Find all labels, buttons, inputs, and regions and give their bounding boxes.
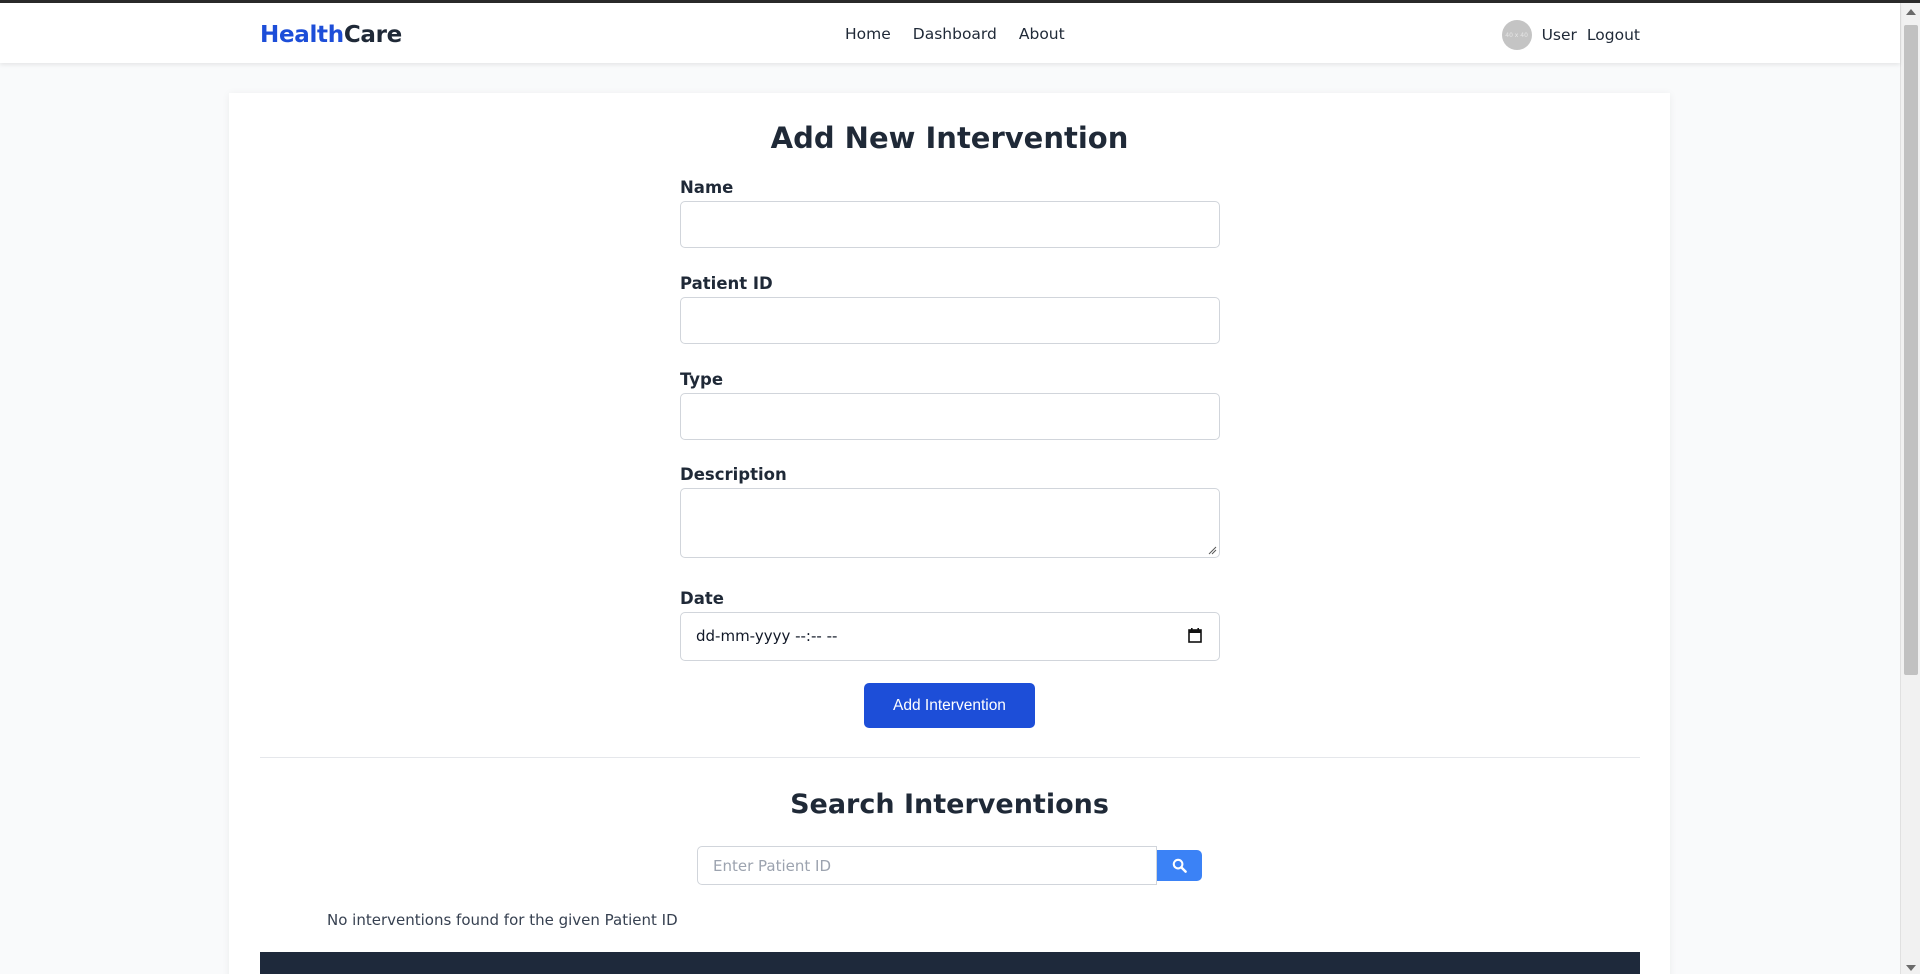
nav-home-link[interactable]: Home (845, 25, 891, 43)
top-navbar: HealthCare Home Dashboard About 40 x 40 … (0, 3, 1900, 63)
calendar-icon[interactable] (1188, 628, 1202, 643)
vertical-scrollbar[interactable] (1900, 3, 1920, 974)
form-title: Add New Intervention (770, 121, 1129, 155)
date-label: Date (680, 589, 724, 608)
nav-about-link[interactable]: About (1019, 25, 1065, 43)
user-menu: 40 x 40 User Logout (1501, 20, 1640, 50)
resize-handle-icon[interactable] (1207, 545, 1217, 555)
scroll-up-icon[interactable] (1906, 9, 1916, 15)
name-input[interactable] (680, 201, 1220, 248)
nav-dashboard-link[interactable]: Dashboard (913, 25, 997, 43)
description-textarea[interactable] (680, 488, 1220, 558)
description-label: Description (680, 465, 787, 484)
footer (260, 952, 1640, 974)
patient-id-search-input[interactable]: Enter Patient ID (697, 846, 1157, 885)
logout-link[interactable]: Logout (1587, 26, 1640, 44)
type-label: Type (680, 370, 724, 389)
avatar[interactable]: 40 x 40 (1501, 20, 1532, 50)
search-title: Search Interventions (790, 789, 1109, 820)
main-card: Add New Intervention Name Patient ID Typ… (229, 93, 1670, 974)
name-label: Name (680, 178, 734, 197)
date-input[interactable]: dd-mm-yyyy --:-- -- (680, 612, 1220, 661)
section-divider (260, 757, 1640, 758)
patient-id-input[interactable] (680, 297, 1220, 344)
user-label: User (1541, 26, 1577, 44)
empty-results-message: No interventions found for the given Pat… (327, 911, 678, 929)
logo-care: Care (343, 22, 402, 48)
scroll-down-icon[interactable] (1906, 965, 1916, 971)
search-button[interactable] (1157, 850, 1202, 881)
scrollbar-thumb[interactable] (1904, 25, 1918, 675)
date-value: dd-mm-yyyy --:-- -- (696, 627, 838, 645)
logo[interactable]: HealthCare (260, 22, 402, 48)
logo-health: Health (260, 22, 344, 48)
main-nav: Home Dashboard About (845, 25, 1065, 43)
avatar-placeholder-text: 40 x 40 (1505, 31, 1528, 39)
type-input[interactable] (680, 393, 1220, 440)
add-intervention-button[interactable]: Add Intervention (864, 683, 1035, 728)
search-icon (1172, 858, 1187, 873)
search-placeholder: Enter Patient ID (713, 857, 832, 875)
patient-id-label: Patient ID (680, 274, 773, 293)
